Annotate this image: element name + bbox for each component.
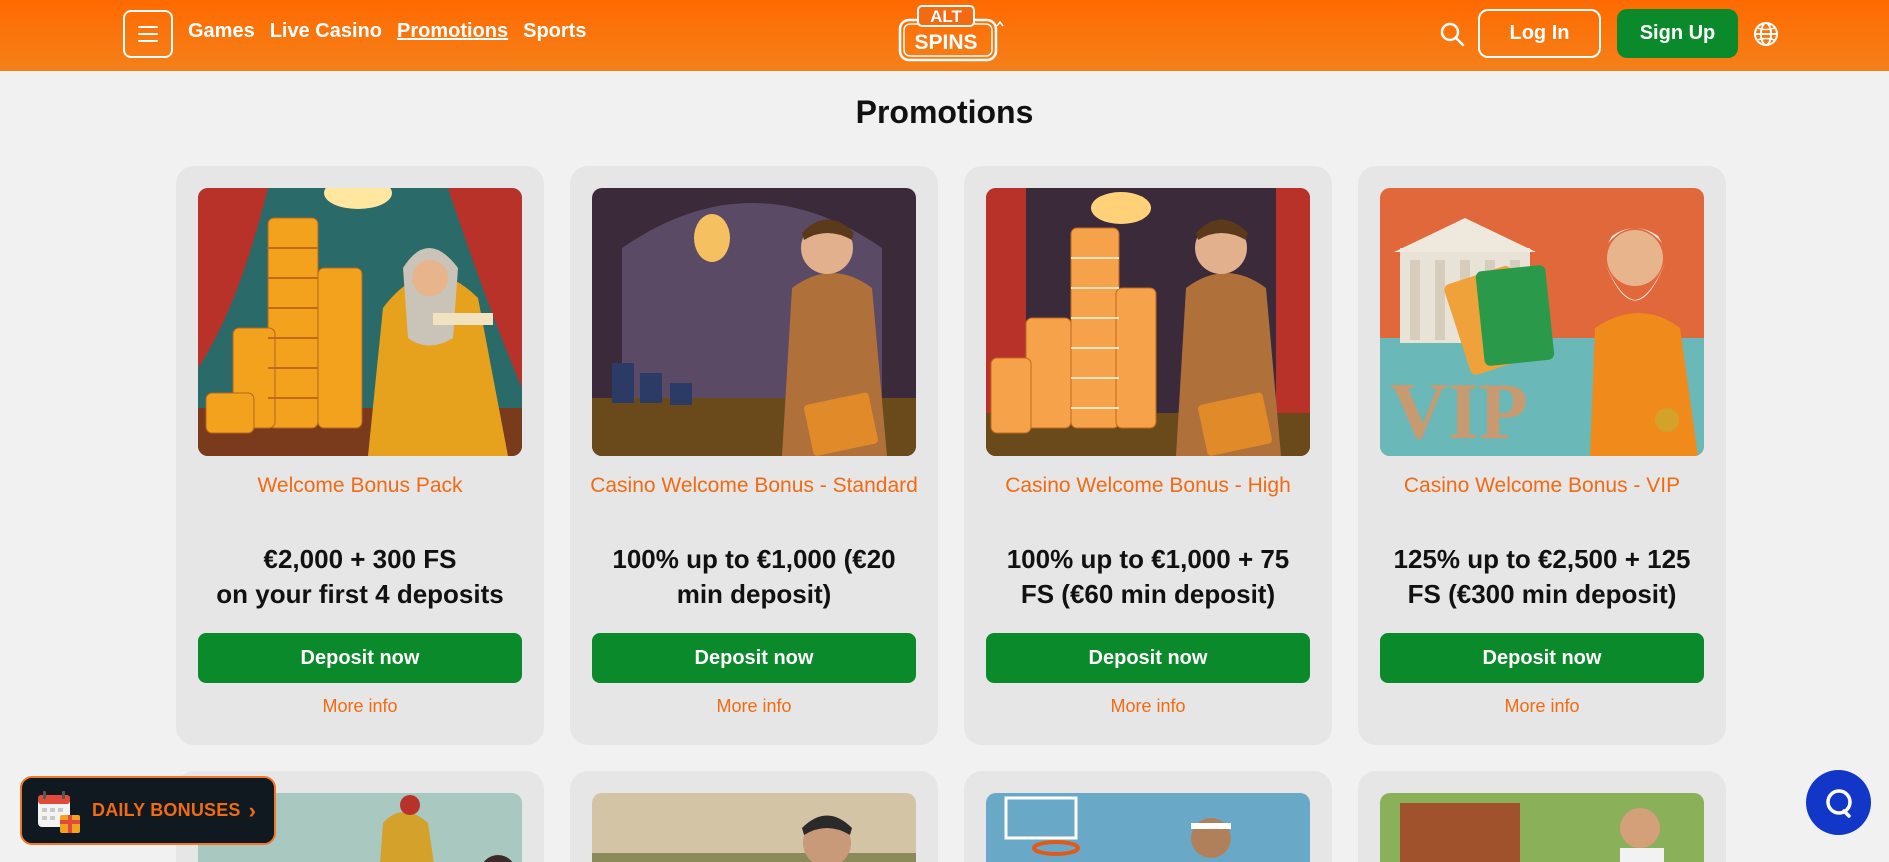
- menu-icon-bar: [138, 40, 158, 42]
- deposit-now-button[interactable]: Deposit now: [198, 633, 522, 683]
- menu-button[interactable]: [123, 10, 173, 58]
- deposit-now-button[interactable]: Deposit now: [592, 633, 916, 683]
- logo-bottom-text: SPINS: [914, 31, 977, 54]
- promo-offer: 100% up to €1,000 (€20 min deposit): [590, 542, 918, 612]
- promo-offer-line: min deposit): [676, 579, 832, 609]
- promo-image-sports-man: [592, 793, 916, 862]
- daily-bonuses-label: DAILY BONUSES: [92, 800, 241, 820]
- menu-icon-bar: [138, 26, 158, 28]
- chat-bubble-icon: [1825, 788, 1852, 818]
- promo-offer: 100% up to €1,000 + 75 FS (€60 min depos…: [984, 542, 1312, 612]
- promo-offer-line: €2,000 + 300 FS: [263, 544, 457, 574]
- login-button[interactable]: Log In: [1478, 9, 1601, 58]
- promo-image-dealer-high: [986, 188, 1310, 456]
- calendar-gift-icon: [38, 790, 80, 833]
- promo-title: Casino Welcome Bonus - VIP: [1403, 474, 1681, 497]
- promo-card: VIP Casino Welcome Bonus - VIP 125% up t…: [1358, 166, 1726, 745]
- svg-text:VIP: VIP: [1390, 368, 1528, 456]
- live-chat-button[interactable]: [1806, 770, 1871, 835]
- menu-icon-bar: [138, 33, 158, 35]
- more-info-link[interactable]: More info: [1358, 696, 1726, 717]
- more-info-link[interactable]: More info: [176, 696, 544, 717]
- promo-offer-line: FS (€60 min deposit): [1020, 579, 1276, 609]
- promo-image-wizard: [198, 188, 522, 456]
- promotions-grid: Welcome Bonus Pack €2,000 + 300 FS on yo…: [176, 166, 1726, 862]
- promo-image-dealer-standard: [592, 188, 916, 456]
- promo-title: Casino Welcome Bonus - Standard: [590, 474, 918, 497]
- deposit-now-button[interactable]: Deposit now: [986, 633, 1310, 683]
- more-info-link[interactable]: More info: [570, 696, 938, 717]
- promo-image-tennis: [1380, 793, 1704, 862]
- promo-card: [570, 771, 938, 862]
- signup-button[interactable]: Sign Up: [1617, 9, 1738, 58]
- page-title: Promotions: [855, 94, 1034, 130]
- promo-offer-line: 100% up to €1,000 (€20: [612, 544, 896, 574]
- promo-offer: 125% up to €2,500 + 125 FS (€300 min dep…: [1378, 542, 1706, 612]
- nav-sports[interactable]: Sports: [523, 20, 586, 43]
- chevron-right-icon: ›: [248, 797, 256, 823]
- promo-card: [1358, 771, 1726, 862]
- promo-offer-line: 125% up to €2,500 + 125: [1393, 544, 1691, 574]
- promo-image-vip-zeus: VIP: [1380, 188, 1704, 456]
- altspins-logo[interactable]: ALT SPINS: [896, 4, 1004, 64]
- promo-offer-line: FS (€300 min deposit): [1407, 579, 1677, 609]
- promo-title: Welcome Bonus Pack: [257, 474, 463, 497]
- promo-offer: €2,000 + 300 FS on your first 4 deposits: [196, 542, 524, 612]
- promo-card: Casino Welcome Bonus - Standard 100% up …: [570, 166, 938, 745]
- globe-icon[interactable]: [1752, 20, 1780, 48]
- more-info-link[interactable]: More info: [964, 696, 1332, 717]
- main-nav: Games Live Casino Promotions Sports: [188, 20, 586, 43]
- logo-top-text: ALT: [930, 7, 962, 26]
- promo-offer-line: 100% up to €1,000 + 75: [1006, 544, 1290, 574]
- nav-promotions[interactable]: Promotions: [397, 20, 508, 43]
- nav-live-casino[interactable]: Live Casino: [270, 20, 382, 43]
- promo-card: Casino Welcome Bonus - High 100% up to €…: [964, 166, 1332, 745]
- deposit-now-button[interactable]: Deposit now: [1380, 633, 1704, 683]
- promo-card: Welcome Bonus Pack €2,000 + 300 FS on yo…: [176, 166, 544, 745]
- promo-image-basketball: [986, 793, 1310, 862]
- promo-card: [964, 771, 1332, 862]
- daily-bonuses-button[interactable]: DAILY BONUSES ›: [20, 776, 276, 845]
- search-icon[interactable]: [1438, 20, 1466, 48]
- promo-offer-line: on your first 4 deposits: [216, 579, 504, 609]
- nav-games[interactable]: Games: [188, 20, 255, 43]
- top-navigation-bar: Games Live Casino Promotions Sports ALT …: [0, 0, 1889, 71]
- promo-title: Casino Welcome Bonus - High: [1005, 474, 1291, 497]
